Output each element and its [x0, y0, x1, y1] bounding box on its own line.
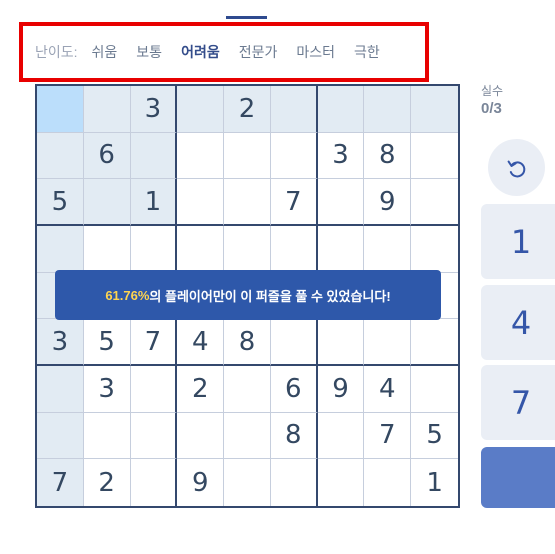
- sudoku-cell[interactable]: [177, 132, 225, 180]
- sudoku-cell[interactable]: 4: [177, 319, 225, 366]
- sudoku-cell[interactable]: 5: [37, 179, 84, 226]
- sudoku-cell[interactable]: [37, 86, 84, 133]
- sudoku-cell[interactable]: [411, 366, 458, 413]
- sudoku-cell[interactable]: 7: [364, 412, 412, 460]
- sudoku-cell[interactable]: 9: [177, 459, 225, 506]
- sudoku-cell[interactable]: 6: [270, 366, 318, 413]
- sudoku-cell[interactable]: [177, 179, 225, 226]
- number-button-4[interactable]: 4: [481, 285, 555, 360]
- sudoku-cell[interactable]: [317, 412, 365, 460]
- sudoku-cell[interactable]: [37, 412, 84, 460]
- sudoku-cell[interactable]: 3: [83, 366, 131, 413]
- sudoku-cell[interactable]: [317, 226, 365, 273]
- difficulty-label: 난이도:: [35, 44, 78, 60]
- undo-icon: [507, 160, 525, 177]
- sudoku-cell[interactable]: [37, 132, 84, 180]
- sudoku-cell[interactable]: 5: [411, 412, 458, 460]
- mistakes-counter: 0/3: [481, 100, 502, 117]
- sudoku-cell[interactable]: [83, 412, 131, 460]
- number-button-7[interactable]: 7: [481, 365, 555, 440]
- sudoku-cell[interactable]: 4: [364, 366, 412, 413]
- sudoku-cell[interactable]: 7: [130, 319, 178, 366]
- difficulty-option-extreme[interactable]: 극한: [354, 42, 380, 62]
- sudoku-cell[interactable]: [177, 86, 225, 133]
- toast-percent: 61.76%: [105, 287, 150, 303]
- difficulty-selector: 난이도: 쉬움 보통 어려움 전문가 마스터 극한: [19, 22, 429, 82]
- sudoku-cell[interactable]: [270, 459, 318, 506]
- sudoku-cell[interactable]: 5: [83, 319, 131, 366]
- sudoku-cell[interactable]: 2: [224, 86, 271, 133]
- sudoku-cell[interactable]: 9: [364, 179, 412, 226]
- sudoku-cell[interactable]: [317, 86, 365, 133]
- sudoku-cell[interactable]: [130, 132, 178, 180]
- sudoku-cell[interactable]: [177, 412, 225, 460]
- sudoku-cell[interactable]: [411, 132, 458, 180]
- undo-button[interactable]: [488, 139, 545, 196]
- difficulty-option-expert[interactable]: 전문가: [239, 42, 278, 62]
- difficulty-option-hard[interactable]: 어려움: [181, 42, 220, 62]
- sudoku-cell[interactable]: 6: [83, 132, 131, 180]
- sudoku-cell[interactable]: 9: [317, 366, 365, 413]
- sudoku-cell[interactable]: [364, 319, 412, 366]
- sudoku-cell[interactable]: 1: [130, 179, 178, 226]
- sudoku-cell[interactable]: [130, 412, 178, 460]
- number-button-partial[interactable]: [481, 447, 555, 508]
- tab-underline: [226, 16, 267, 19]
- sudoku-cell[interactable]: [83, 179, 131, 226]
- sudoku-cell[interactable]: [224, 132, 271, 180]
- sudoku-cell[interactable]: 2: [83, 459, 131, 506]
- sudoku-cell[interactable]: 7: [270, 179, 318, 226]
- sudoku-cell[interactable]: [411, 319, 458, 366]
- sudoku-cell[interactable]: [177, 226, 225, 273]
- sudoku-cell[interactable]: [270, 319, 318, 366]
- difficulty-option-master[interactable]: 마스터: [296, 42, 335, 62]
- sudoku-cell[interactable]: 7: [37, 459, 84, 506]
- sudoku-cell[interactable]: [224, 412, 271, 460]
- sudoku-cell[interactable]: [364, 459, 412, 506]
- sudoku-cell[interactable]: [130, 366, 178, 413]
- sudoku-cell[interactable]: 8: [364, 132, 412, 180]
- sudoku-cell[interactable]: [411, 179, 458, 226]
- sudoku-cell[interactable]: [364, 226, 412, 273]
- sudoku-cell[interactable]: [224, 366, 271, 413]
- sudoku-cell[interactable]: [83, 226, 131, 273]
- sudoku-cell[interactable]: [270, 226, 318, 273]
- toast-message: 의 플레이어만이 이 퍼즐을 풀 수 있었습니다!: [149, 288, 391, 304]
- sudoku-cell[interactable]: 1: [411, 459, 458, 506]
- sudoku-cell[interactable]: [270, 132, 318, 180]
- sudoku-cell[interactable]: [130, 459, 178, 506]
- sudoku-cell[interactable]: [317, 319, 365, 366]
- sudoku-cell[interactable]: 8: [224, 319, 271, 366]
- sudoku-cell[interactable]: 3: [130, 86, 178, 133]
- sudoku-cell[interactable]: [270, 86, 318, 133]
- sudoku-cell[interactable]: [411, 86, 458, 133]
- sudoku-cell[interactable]: [364, 86, 412, 133]
- sudoku-cell[interactable]: [37, 366, 84, 413]
- difficulty-option-medium[interactable]: 보통: [136, 42, 162, 62]
- completion-stat-toast: 61.76% 의 플레이어만이 이 퍼즐을 풀 수 있었습니다!: [55, 270, 441, 320]
- number-button-1[interactable]: 1: [481, 204, 555, 279]
- difficulty-option-easy[interactable]: 쉬움: [92, 42, 118, 62]
- sudoku-cell[interactable]: [37, 226, 84, 273]
- sudoku-cell[interactable]: 3: [317, 132, 365, 180]
- sudoku-cell[interactable]: [224, 459, 271, 506]
- sudoku-cell[interactable]: [83, 86, 131, 133]
- sudoku-cell[interactable]: 3: [37, 319, 84, 366]
- mistakes-label: 실수: [481, 84, 504, 98]
- sudoku-cell[interactable]: [411, 226, 458, 273]
- sudoku-cell[interactable]: [130, 226, 178, 273]
- sudoku-cell[interactable]: [317, 459, 365, 506]
- sudoku-cell[interactable]: 8: [270, 412, 318, 460]
- sudoku-cell[interactable]: 2: [177, 366, 225, 413]
- sudoku-cell[interactable]: [317, 179, 365, 226]
- sudoku-cell[interactable]: [224, 179, 271, 226]
- sudoku-cell[interactable]: [224, 226, 271, 273]
